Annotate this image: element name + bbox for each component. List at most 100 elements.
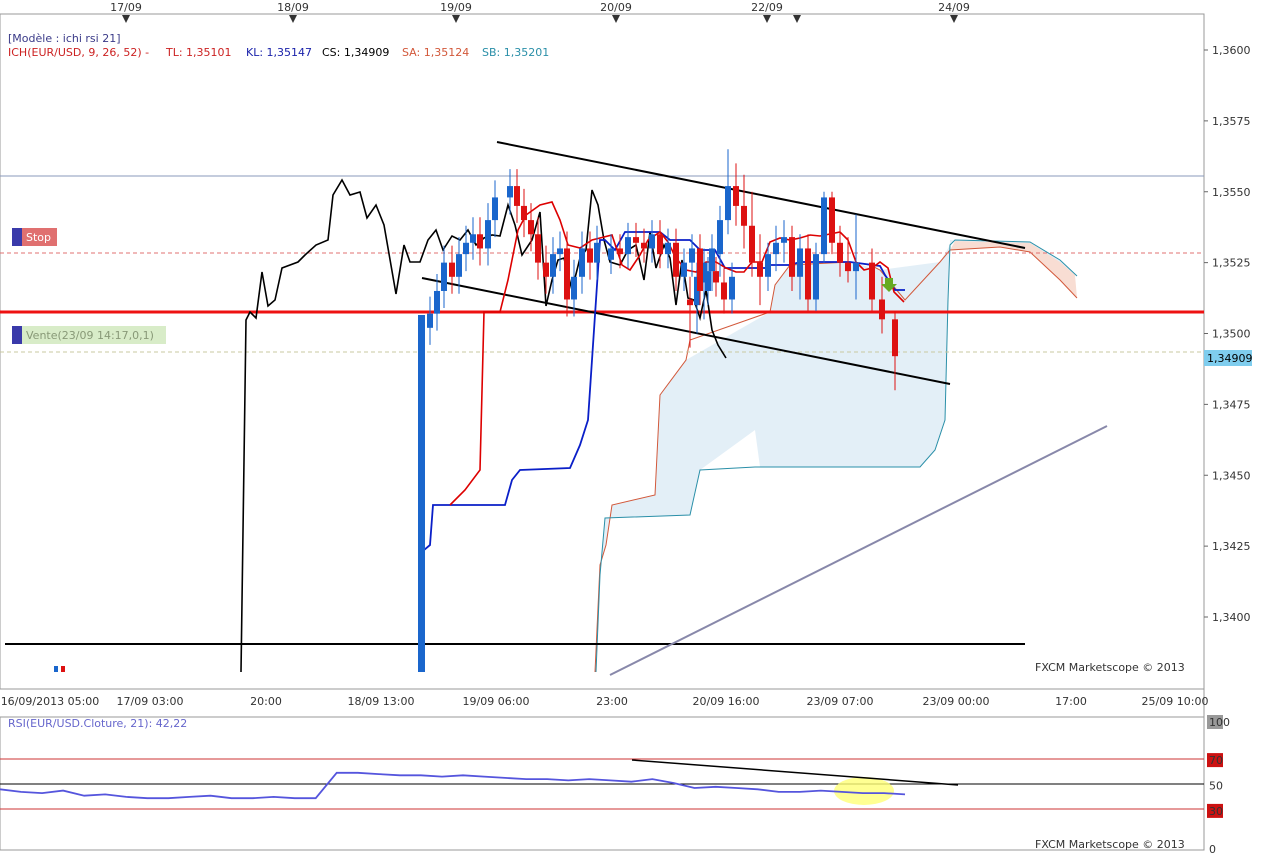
top-date-label: 19/09 <box>440 1 472 14</box>
candle-body <box>557 248 563 255</box>
ichimoku-label: ICH(EUR/USD, 9, 26, 52) - <box>8 46 149 59</box>
vente-tag-marker <box>12 326 22 344</box>
candle-body <box>837 242 843 263</box>
candle-body <box>765 254 771 277</box>
candle-body <box>805 248 811 300</box>
rsi-tick-label: 70 <box>1209 754 1223 767</box>
candle-body <box>797 248 803 277</box>
candle-body <box>821 197 827 255</box>
price-tick-label: 1,3550 <box>1212 186 1251 199</box>
time-tick-label: 20:00 <box>250 695 282 708</box>
candle-body <box>463 242 469 255</box>
candle-body <box>535 234 541 263</box>
candle-body <box>571 276 577 300</box>
candle-body <box>579 248 585 277</box>
time-axis: 16/09/2013 05:00 17/09 03:00 20:00 18/09 13… <box>1 695 1209 708</box>
candle-body <box>689 248 695 263</box>
small-candle-down <box>61 666 65 672</box>
candle-body <box>725 186 731 221</box>
rsi-highlight <box>834 777 894 805</box>
top-date-label: 20/09 <box>600 1 632 14</box>
sb-label: SB: 1,35201 <box>482 46 549 59</box>
candle-body <box>741 205 747 226</box>
candle-body <box>550 254 556 277</box>
time-tick-label: 23:00 <box>596 695 628 708</box>
price-tick-label: 1,3575 <box>1212 115 1251 128</box>
template-label: [Modèle : ichi rsi 21] <box>8 32 121 45</box>
vente-tag-label: Vente(23/09 14:17,0,1) <box>26 329 154 342</box>
top-date-label: 22/09 <box>751 1 783 14</box>
stop-tag-label: Stop <box>26 231 51 244</box>
candle-body <box>697 248 703 291</box>
candle-body <box>649 234 655 249</box>
candle-body <box>733 186 739 206</box>
stop-tag-marker <box>12 228 22 246</box>
ichimoku-chart: 17/09 18/09 19/09 20/09 22/09 24/09 Stop Vent… <box>0 1 1253 854</box>
candle-body <box>773 242 779 255</box>
candle-body <box>492 197 498 221</box>
candle-body <box>470 234 476 243</box>
cs-label: CS: 1,34909 <box>322 46 389 59</box>
time-tick-label: 23/09 00:00 <box>923 695 990 708</box>
candle-body <box>427 313 433 328</box>
price-tick-label: 1,3600 <box>1212 44 1251 57</box>
candle-body <box>633 237 639 243</box>
candle-body <box>789 237 795 277</box>
candle-body <box>507 186 513 198</box>
candle-body <box>528 220 534 235</box>
rsi-tick-label: 0 <box>1209 843 1216 854</box>
candle-body <box>449 262 455 277</box>
candle-body <box>709 248 715 272</box>
candle-body <box>434 290 440 314</box>
time-tick-label: 16/09/2013 05:00 <box>1 695 100 708</box>
candle-body <box>456 254 462 277</box>
time-tick-label: 19/09 06:00 <box>463 695 530 708</box>
candle-body <box>673 242 679 277</box>
time-tick-label: 17/09 03:00 <box>117 695 184 708</box>
rsi-tick-label: 100 <box>1209 716 1230 729</box>
price-tick-label: 1,3500 <box>1212 328 1251 341</box>
time-tick-label: 25/09 10:00 <box>1142 695 1209 708</box>
price-tick-label: 1,3525 <box>1212 257 1251 270</box>
candle-body <box>687 299 693 306</box>
candle-body <box>853 262 859 272</box>
candle-body <box>845 262 851 272</box>
candle-body <box>594 242 600 263</box>
candle-body <box>892 319 898 357</box>
candle-body <box>829 197 835 243</box>
candle-body <box>879 299 885 320</box>
time-tick-label: 20/09 16:00 <box>693 695 760 708</box>
rsi-axis-ticks: 100 70 50 30 0 <box>1207 715 1230 854</box>
rsi-label: RSI(EUR/USD.Cloture, 21): 42,22 <box>8 717 187 730</box>
candle-body <box>485 220 491 249</box>
price-tick-label: 1,3425 <box>1212 540 1251 553</box>
candle-body <box>721 282 727 300</box>
candle-body <box>681 262 687 277</box>
sa-label: SA: 1,35124 <box>402 46 469 59</box>
candle-body <box>617 248 623 255</box>
candle-body <box>757 262 763 277</box>
candle-body <box>608 248 614 260</box>
time-tick-label: 23/09 07:00 <box>807 695 874 708</box>
candle-body <box>564 248 570 300</box>
candle-body <box>543 262 549 277</box>
candle-body <box>781 237 787 243</box>
candle-body <box>641 242 647 249</box>
candle-body <box>869 262 875 300</box>
price-watermark: FXCM Marketscope © 2013 <box>1035 661 1185 674</box>
top-date-label: 18/09 <box>277 1 309 14</box>
candle-body <box>587 248 593 263</box>
candle-body <box>713 271 719 283</box>
price-tick-label: 1,3475 <box>1212 398 1251 411</box>
candle-body <box>514 186 520 206</box>
candle-body <box>705 271 711 291</box>
time-tick-label: 18/09 13:00 <box>348 695 415 708</box>
rsi-tick-label: 30 <box>1209 805 1223 818</box>
candle-body <box>665 242 671 255</box>
rsi-tick-label: 50 <box>1209 780 1223 793</box>
candle-body <box>625 237 631 255</box>
rsi-watermark: FXCM Marketscope © 2013 <box>1035 838 1185 851</box>
candle-body <box>749 225 755 263</box>
candle-body <box>717 220 723 255</box>
small-candle-up <box>54 666 58 672</box>
